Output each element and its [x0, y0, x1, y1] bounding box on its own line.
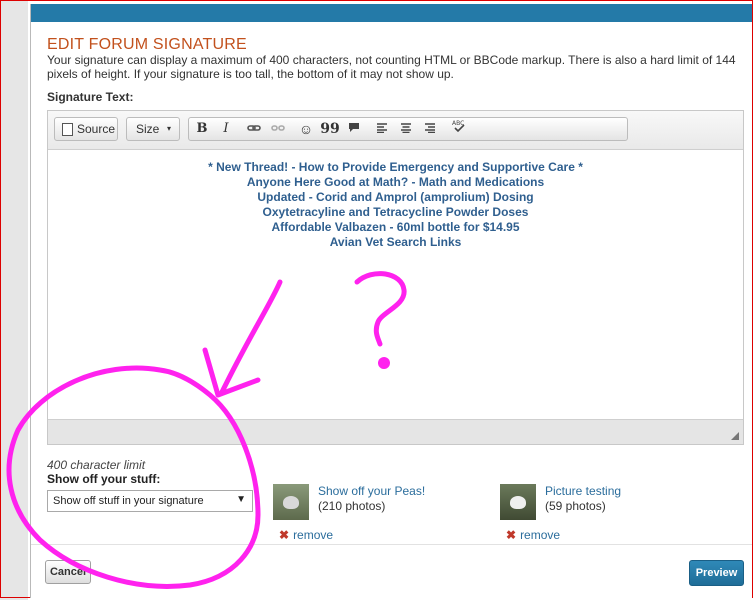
show-off-stuff-label: Show off your stuff: [47, 472, 161, 486]
signature-link[interactable]: Oxytetracyline and Tetracycline Powder D… [48, 205, 743, 220]
remove-x-icon: ✖ [279, 528, 290, 542]
align-right-button[interactable] [419, 118, 441, 140]
align-right-icon [425, 123, 435, 134]
album-photo-count: (59 photos) [545, 499, 606, 513]
editor-toolbar: Source Size ▾ B I ☺ 99 ABC [48, 111, 743, 150]
size-dropdown[interactable]: Size ▾ [127, 118, 179, 140]
comment-button[interactable] [343, 118, 365, 140]
dialog-topbar [31, 4, 752, 22]
signature-editor: Source Size ▾ B I ☺ 99 ABC * New Thread!… [47, 110, 744, 445]
remove-label: remove [520, 528, 561, 542]
unlink-icon [271, 125, 285, 131]
link-icon [247, 125, 261, 131]
album-thumbnail[interactable] [273, 484, 309, 520]
source-label: Source [77, 122, 116, 136]
source-button[interactable]: Source [55, 118, 117, 140]
smiley-button[interactable]: ☺ [295, 118, 317, 140]
format-group: B I ☺ 99 ABC [188, 117, 628, 141]
preview-button[interactable]: Preview [689, 560, 744, 586]
signature-link[interactable]: Updated - Corid and Amprol (amprolium) D… [48, 190, 743, 205]
link-button[interactable] [243, 118, 265, 140]
source-group: Source [54, 117, 118, 141]
show-off-stuff-select[interactable]: Show off stuff in your signature ▼ [47, 490, 253, 512]
unlink-button[interactable] [267, 118, 289, 140]
signature-link[interactable]: Affordable Valbazen - 60ml bottle for $1… [48, 220, 743, 235]
editor-statusbar [48, 419, 743, 444]
spellcheck-button[interactable]: ABC [447, 118, 471, 140]
remove-album-link[interactable]: ✖ remove [279, 528, 333, 542]
chevron-down-icon: ▾ [167, 124, 172, 133]
album-photo-count: (210 photos) [318, 499, 386, 513]
remove-album-link[interactable]: ✖ remove [506, 528, 560, 542]
signature-link[interactable]: Avian Vet Search Links [48, 235, 743, 250]
speech-bubble-icon [349, 123, 359, 132]
edit-signature-dialog: EDIT FORUM SIGNATURE Your signature can … [30, 4, 753, 598]
signature-link[interactable]: Anyone Here Good at Math? - Math and Med… [48, 175, 743, 190]
character-limit-note: 400 character limit [47, 458, 146, 472]
album-name-link[interactable]: Show off your Peas! [318, 484, 425, 498]
remove-x-icon: ✖ [506, 528, 517, 542]
signature-content: * New Thread! - How to Provide Emergency… [48, 160, 743, 250]
align-left-icon [377, 123, 387, 134]
align-center-icon [401, 123, 411, 134]
align-left-button[interactable] [371, 118, 393, 140]
align-center-button[interactable] [395, 118, 417, 140]
resize-handle-icon[interactable] [731, 432, 739, 440]
signature-link[interactable]: * New Thread! - How to Provide Emergency… [48, 160, 743, 175]
italic-button[interactable]: I [215, 118, 237, 140]
dropdown-arrow-icon: ▼ [236, 494, 246, 505]
signature-text-area[interactable]: * New Thread! - How to Provide Emergency… [48, 150, 743, 420]
album-thumbnail[interactable] [500, 484, 536, 520]
source-icon [62, 123, 73, 136]
footer-divider [31, 544, 752, 545]
remove-label: remove [293, 528, 334, 542]
dialog-title: EDIT FORUM SIGNATURE [47, 36, 247, 53]
cancel-button[interactable]: Cancel [45, 560, 91, 584]
bold-button[interactable]: B [191, 118, 213, 140]
album-name-link[interactable]: Picture testing [545, 484, 621, 498]
smiley-icon: ☺ [298, 121, 314, 137]
signature-text-label: Signature Text: [47, 90, 134, 104]
select-value: Show off stuff in your signature [53, 495, 204, 507]
size-label: Size [136, 122, 160, 136]
quote-button[interactable]: 99 [319, 118, 341, 140]
size-group: Size ▾ [126, 117, 180, 141]
dialog-description: Your signature can display a maximum of … [47, 53, 736, 81]
spellcheck-icon: ABC [452, 120, 465, 133]
